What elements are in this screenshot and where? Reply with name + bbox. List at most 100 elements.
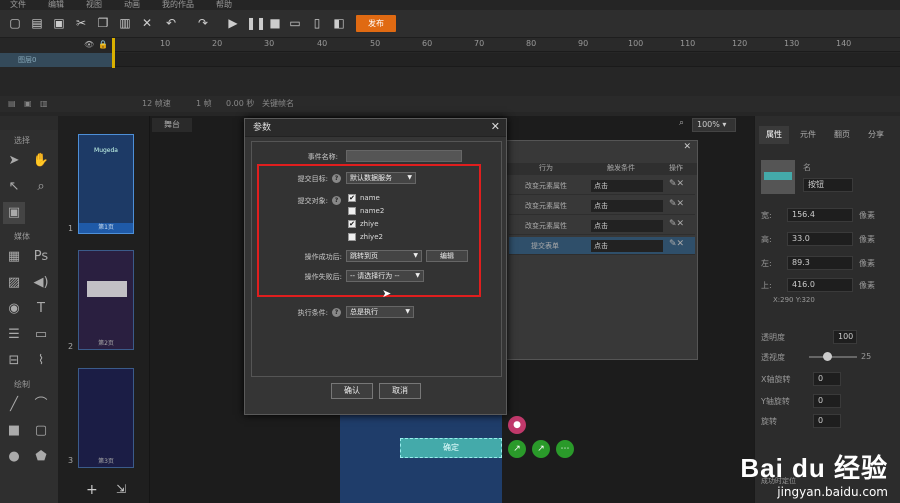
- menu-edit[interactable]: 编辑: [48, 0, 64, 10]
- pentagon-tool-icon[interactable]: ⬟: [30, 446, 52, 468]
- row-trigger-select[interactable]: 点击: [591, 180, 663, 192]
- trash-icon[interactable]: ▥: [40, 96, 48, 112]
- lock-icon[interactable]: 🔒: [98, 40, 108, 49]
- width-input[interactable]: 156.4: [787, 208, 853, 222]
- curve-tool-icon[interactable]: ⌒: [30, 394, 52, 416]
- video-tool-icon[interactable]: ◉: [3, 298, 25, 320]
- tab-share[interactable]: 分享: [861, 126, 891, 144]
- behavior-row[interactable]: 改变元素属性 点击 ✎✕: [509, 197, 695, 215]
- add-page-icon[interactable]: +: [86, 482, 98, 498]
- preview-icon[interactable]: ▭: [288, 16, 302, 30]
- help-icon[interactable]: ?: [332, 308, 341, 317]
- more-circle-icon[interactable]: ⋯: [556, 440, 574, 458]
- subselect-tool-icon[interactable]: ↖: [3, 176, 25, 198]
- frames-track[interactable]: [112, 53, 900, 67]
- slider-tool-icon[interactable]: ⊟: [3, 350, 25, 372]
- menu-animation[interactable]: 动画: [124, 0, 140, 10]
- page-thumbnail-3[interactable]: 第3页: [78, 368, 134, 468]
- form-tool-icon[interactable]: ▣: [3, 202, 25, 224]
- opacity-input[interactable]: 100: [833, 330, 857, 344]
- page-thumbnail-1[interactable]: Mugeda 第1页: [78, 134, 134, 234]
- screen-tool-icon[interactable]: ▭: [30, 324, 52, 346]
- redo-icon[interactable]: ↷: [196, 16, 210, 30]
- playhead[interactable]: [112, 38, 115, 68]
- cancel-button[interactable]: 取消: [379, 383, 421, 399]
- undo-icon[interactable]: ↶: [164, 16, 178, 30]
- stop-icon[interactable]: ■: [268, 16, 282, 30]
- exec-condition-select[interactable]: 总是执行 ▼: [346, 306, 414, 318]
- behavior-row-selected[interactable]: 提交表单 点击 ✎✕: [509, 237, 695, 255]
- list-tool-icon[interactable]: ☰: [3, 324, 25, 346]
- row-trigger-select[interactable]: 点击: [591, 240, 663, 252]
- pause-icon[interactable]: ❚❚: [246, 16, 266, 30]
- tab-properties[interactable]: 属性: [759, 126, 789, 144]
- delete-circle-icon[interactable]: ●: [508, 416, 526, 434]
- chart-tool-icon[interactable]: ⌇: [30, 350, 52, 372]
- row-trigger-select[interactable]: 点击: [591, 200, 663, 212]
- audio-tool-icon[interactable]: ◀): [30, 272, 52, 294]
- image-tool-icon[interactable]: ▨: [3, 272, 25, 294]
- folder-icon[interactable]: ▣: [24, 96, 32, 112]
- name-input[interactable]: 按钮: [803, 178, 853, 192]
- zoom-tool-icon[interactable]: ⌕: [30, 176, 52, 198]
- tab-symbols[interactable]: 元件: [793, 126, 823, 144]
- menu-help[interactable]: 帮助: [216, 0, 232, 10]
- perspective-slider[interactable]: [809, 352, 857, 361]
- behavior-row[interactable]: 改变元素属性 点击 ✎✕: [509, 217, 695, 235]
- pointer-tool-icon[interactable]: ➤: [3, 150, 25, 172]
- edit-icon[interactable]: ✎✕: [669, 179, 684, 189]
- delete-icon[interactable]: ✕: [140, 16, 154, 30]
- confirm-button-element[interactable]: 确定: [400, 438, 502, 458]
- rotation-input[interactable]: 0: [813, 414, 841, 428]
- save-icon[interactable]: ▣: [52, 16, 66, 30]
- line-tool-icon[interactable]: ╱: [3, 394, 25, 416]
- edit-icon[interactable]: ✎✕: [669, 219, 684, 229]
- zoom-select[interactable]: 100% ▾: [692, 118, 736, 132]
- cut-icon[interactable]: ✂: [74, 16, 88, 30]
- rounded-rect-tool-icon[interactable]: ▢: [30, 420, 52, 442]
- share-icon[interactable]: ◧: [332, 16, 346, 30]
- menu-my-works[interactable]: 我的作品: [162, 0, 194, 10]
- left-input[interactable]: 89.3: [787, 256, 853, 270]
- link-circle-icon-2[interactable]: ↗: [532, 440, 550, 458]
- search-icon[interactable]: ⌕: [679, 118, 684, 128]
- grid-tool-icon[interactable]: ▦: [3, 246, 25, 268]
- rect-tool-icon[interactable]: ■: [3, 420, 25, 442]
- paste-icon[interactable]: ▥: [118, 16, 132, 30]
- close-icon[interactable]: ✕: [491, 120, 500, 133]
- add-layer-icon[interactable]: ▤: [8, 96, 16, 112]
- close-icon[interactable]: ✕: [683, 142, 691, 152]
- edit-icon[interactable]: ✎✕: [669, 199, 684, 209]
- behavior-row[interactable]: 改变元素属性 点击 ✎✕: [509, 177, 695, 195]
- edit-icon[interactable]: ✎✕: [669, 239, 684, 249]
- layer-row[interactable]: 图层0: [0, 53, 112, 67]
- copy-icon[interactable]: ❐: [96, 16, 110, 30]
- phone-preview-icon[interactable]: ▯: [310, 16, 324, 30]
- text-tool-icon[interactable]: T: [30, 298, 52, 320]
- name-label: 名: [803, 163, 811, 172]
- hand-tool-icon[interactable]: ✋: [30, 150, 52, 172]
- tab-page-flip[interactable]: 翻页: [827, 126, 857, 144]
- page-thumbnail-2[interactable]: 第2页: [78, 250, 134, 350]
- menu-file[interactable]: 文件: [10, 0, 26, 10]
- perspective-value: 25: [861, 352, 872, 361]
- menu-view[interactable]: 视图: [86, 0, 102, 10]
- top-input[interactable]: 416.0: [787, 278, 853, 292]
- ps-tool-icon[interactable]: Ps: [30, 246, 52, 268]
- import-page-icon[interactable]: ⇲: [116, 482, 126, 496]
- y-rotation-input[interactable]: 0: [813, 394, 841, 408]
- link-circle-icon[interactable]: ↗: [508, 440, 526, 458]
- row-trigger-select[interactable]: 点击: [591, 220, 663, 232]
- tab-stage[interactable]: 舞台: [152, 118, 192, 132]
- eye-icon[interactable]: 👁: [84, 40, 94, 49]
- publish-button[interactable]: 发布: [356, 15, 396, 32]
- height-input[interactable]: 33.0: [787, 232, 853, 246]
- new-file-icon[interactable]: ▢: [8, 16, 22, 30]
- ruler-tick: 120: [732, 39, 748, 48]
- x-rotation-input[interactable]: 0: [813, 372, 841, 386]
- open-folder-icon[interactable]: ▤: [30, 16, 44, 30]
- circle-tool-icon[interactable]: ●: [3, 446, 25, 468]
- event-name-input[interactable]: [346, 150, 462, 162]
- confirm-button[interactable]: 确认: [331, 383, 373, 399]
- play-icon[interactable]: ▶: [226, 16, 240, 30]
